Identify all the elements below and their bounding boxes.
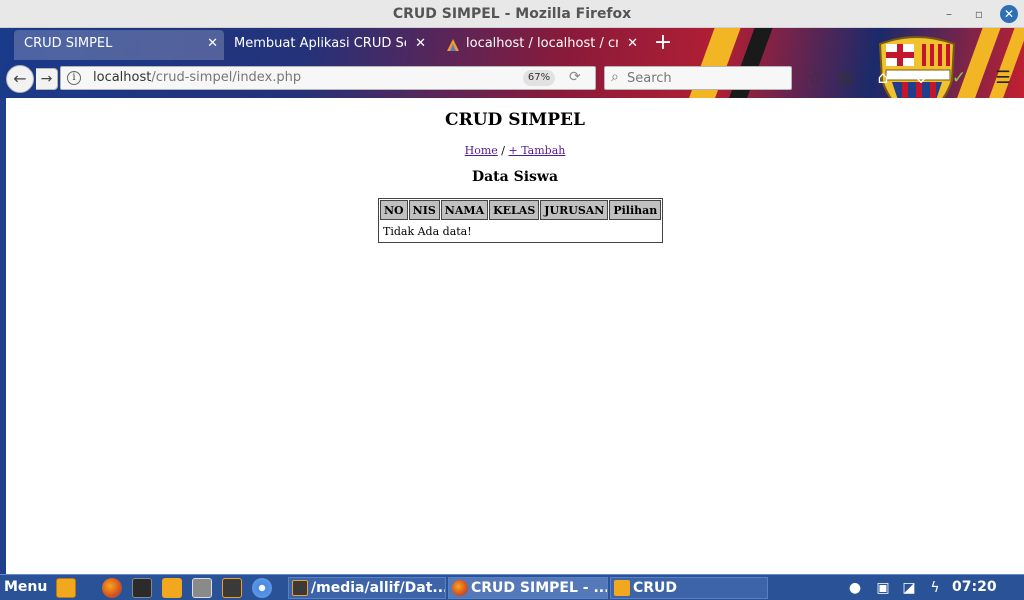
home-link[interactable]: Home [465,144,498,157]
screenshot-icon[interactable] [192,578,212,598]
task-label: /media/allif/Dat... [311,580,446,596]
user-icon[interactable]: ● [846,579,864,597]
chromium-icon[interactable] [252,578,272,598]
network-icon[interactable]: ▣ [874,579,892,597]
clock: 07:20 [952,579,997,595]
task-label: CRUD SIMPEL - ... [471,580,608,596]
terminal-icon[interactable] [132,578,152,598]
bookmark-star-icon[interactable]: ☆ [804,67,826,89]
start-menu-button[interactable]: Menu [4,579,47,595]
student-table: NO NIS NAMA KELAS JURUSAN Pilihan Tidak … [378,198,664,243]
sublime-icon[interactable] [222,578,242,598]
table-row: Tidak Ada data! [380,221,661,241]
tab-close-icon[interactable]: ✕ [627,30,638,58]
checkmark-icon[interactable]: ✓ [948,67,970,89]
tab-label: Membuat Aplikasi CRUD Sed... [234,36,406,51]
tab-membuat-aplikasi[interactable]: Membuat Aplikasi CRUD Sed... ✕ [224,30,432,60]
task-firefox[interactable]: CRUD SIMPEL - ... [448,577,608,599]
search-input[interactable]: ⌕ Search [604,66,792,90]
firefox-icon [452,580,468,596]
table-header-row: NO NIS NAMA KELAS JURUSAN Pilihan [380,200,662,220]
tab-close-icon[interactable]: ✕ [207,30,218,58]
col-header-jurusan: JURUSAN [540,200,609,220]
firefox-icon[interactable] [102,578,122,598]
window-title: CRUD SIMPEL - Mozilla Firefox [392,6,632,22]
folder-icon [614,580,630,596]
sublime-icon [292,580,308,596]
close-window-button[interactable]: ✕ [1000,5,1018,23]
url-text[interactable]: localhost/crud-simpel/index.php [93,70,301,85]
hamburger-menu-icon[interactable]: ☰ [992,67,1014,89]
tab-label: localhost / localhost / cru... [466,36,618,51]
back-button[interactable]: ← [6,65,34,93]
browser-chrome: CRUD SIMPEL ✕ Membuat Aplikasi CRUD Sed.… [0,28,1024,98]
files-icon[interactable] [162,578,182,598]
web-page: CRUD SIMPEL Home / + Tambah Data Siswa N… [6,98,1024,574]
page-nav-links: Home / + Tambah [6,144,1024,157]
tab-close-icon[interactable]: ✕ [415,30,426,58]
forward-button[interactable]: → [36,68,58,90]
search-placeholder: Search [627,71,672,86]
window-titlebar: CRUD SIMPEL - Mozilla Firefox – ▫ ✕ [0,0,1024,28]
page-title: CRUD SIMPEL [445,110,585,130]
navigation-bar: → ← i localhost/crud-simpel/index.php 67… [0,62,1024,96]
pocket-icon[interactable]: ⌄ [910,67,932,89]
add-link[interactable]: + Tambah [508,144,565,157]
task-label: CRUD [633,580,678,596]
show-desktop-icon[interactable] [56,578,76,598]
tab-phpmyadmin[interactable]: localhost / localhost / cru... ✕ [436,30,644,60]
url-host: localhost [93,70,152,85]
new-tab-button[interactable]: + [652,30,674,58]
col-header-no: NO [380,200,408,220]
url-path: /crud-simpel/index.php [151,70,302,85]
link-separator: / [497,144,509,157]
empty-message: Tidak Ada data! [383,224,472,238]
power-icon[interactable]: ϟ [926,579,944,597]
url-bar[interactable]: i localhost/crud-simpel/index.php 67% ⟳ [60,66,596,90]
minimize-button[interactable]: – [940,5,958,23]
restore-button[interactable]: ▫ [970,5,988,23]
search-icon: ⌕ [611,69,619,85]
col-header-kelas: KELAS [489,200,540,220]
update-icon[interactable]: ◪ [900,579,918,597]
section-title: Data Siswa [471,169,559,185]
tab-crud-simpel[interactable]: CRUD SIMPEL ✕ [14,30,224,60]
reading-list-icon[interactable]: ▤ [834,67,856,89]
site-info-icon[interactable]: i [67,71,81,85]
tab-label: CRUD SIMPEL [24,36,113,51]
home-icon[interactable]: ⌂ [872,67,894,89]
task-files[interactable]: CRUD [610,577,768,599]
col-header-pilihan: Pilihan [609,200,662,220]
zoom-indicator[interactable]: 67% [523,70,555,86]
col-header-nis: NIS [408,200,440,220]
col-header-nama: NAMA [440,200,489,220]
reload-icon[interactable]: ⟳ [569,69,581,85]
phpmyadmin-icon [447,39,459,51]
task-sublime[interactable]: /media/allif/Dat... [288,577,446,599]
taskbar: Menu /media/allif/Dat... CRUD SIMPEL - .… [0,574,1024,600]
